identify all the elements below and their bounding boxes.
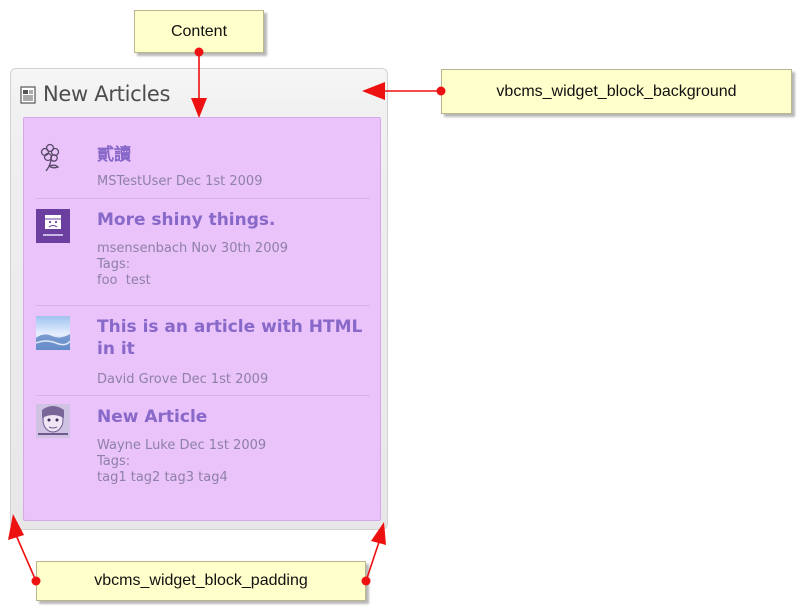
widget-block-background: New Articles 貳讀 MSTestUser Dec 1st 2009 … [10,68,388,530]
article-tags-label: Tags: [97,257,131,272]
article-tags[interactable]: tag1 tag2 tag3 tag4 [97,470,372,486]
background-callout: vbcms_widget_block_background [441,69,792,114]
widget-title: New Articles [19,79,171,109]
article-author-date: Wayne Luke Dec 1st 2009 [97,438,267,453]
content-callout: Content [134,10,264,53]
portrait-icon[interactable] [36,404,70,438]
article-author-date: msensenbach Nov 30th 2009 [97,241,289,256]
article-tags[interactable]: foo test [97,273,372,289]
article-item: More shiny things. msensenbach Nov 30th … [24,199,380,305]
landscape-icon[interactable] [35,316,71,350]
document-icon [19,85,37,104]
article-title-link[interactable]: New Article [97,406,372,428]
article-title-link[interactable]: This is an article with HTML in it [97,316,372,360]
article-author-date: MSTestUser Dec 1st 2009 [97,174,263,189]
article-title-link[interactable]: More shiny things. [97,209,372,231]
article-tags-label: Tags: [97,454,131,469]
widget-title-text: New Articles [43,82,171,106]
flower-icon[interactable] [36,140,70,174]
article-item: 貳讀 MSTestUser Dec 1st 2009 [24,118,380,198]
article-title-link[interactable]: 貳讀 [97,144,372,166]
sad-face-icon[interactable] [36,209,70,243]
article-item: New Article Wayne Luke Dec 1st 2009 Tags… [24,396,380,520]
article-author-date: David Grove Dec 1st 2009 [97,372,269,387]
padding-callout: vbcms_widget_block_padding [36,561,366,601]
article-item: This is an article with HTML in it David… [24,306,380,394]
widget-content: 貳讀 MSTestUser Dec 1st 2009 More shiny th… [23,117,381,521]
